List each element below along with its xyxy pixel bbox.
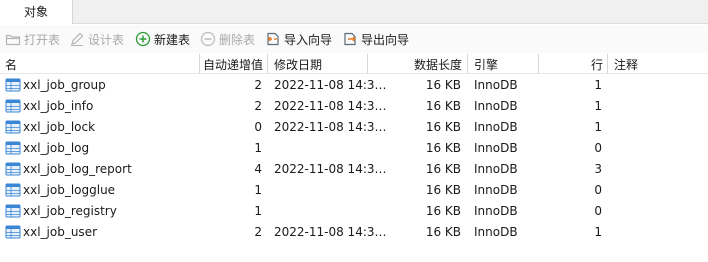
table-icon bbox=[5, 183, 21, 197]
column-header-rows[interactable]: 行 bbox=[591, 56, 603, 73]
table-name: xxl_job_lock bbox=[23, 120, 96, 134]
table-icon bbox=[5, 78, 21, 92]
table-row[interactable]: xxl_job_registry 1 16 KB InnoDB 0 bbox=[0, 201, 708, 222]
engine: InnoDB bbox=[474, 120, 518, 134]
table-row[interactable]: xxl_job_info 2 2022-11-08 14:3… 16 KB In… bbox=[0, 96, 708, 117]
open-table-button[interactable]: 打开表 bbox=[5, 30, 60, 48]
table-row[interactable]: xxl_job_group 2 2022-11-08 14:3… 16 KB I… bbox=[0, 75, 708, 96]
table-name: xxl_job_registry bbox=[23, 204, 117, 218]
table-icon bbox=[5, 162, 21, 176]
row-count: 3 bbox=[594, 162, 602, 176]
data-length: 16 KB bbox=[425, 99, 461, 113]
data-length: 16 KB bbox=[425, 141, 461, 155]
row-count: 1 bbox=[594, 120, 602, 134]
column-divider[interactable] bbox=[199, 54, 200, 74]
import-wizard-label: 导入向导 bbox=[284, 32, 333, 47]
toolbar: 打开表 设计表 新建表 删除表 导入向导 导出向导 bbox=[0, 25, 708, 53]
open-table-label: 打开表 bbox=[24, 32, 61, 47]
table-icon bbox=[5, 99, 21, 113]
auto-increment-value: 1 bbox=[254, 141, 262, 155]
export-icon bbox=[344, 32, 356, 46]
data-length: 16 KB bbox=[425, 162, 461, 176]
column-header-name[interactable]: 名 bbox=[5, 56, 17, 73]
pencil-icon bbox=[71, 32, 84, 46]
engine: InnoDB bbox=[474, 204, 518, 218]
row-count: 1 bbox=[594, 99, 602, 113]
delete-table-label: 删除表 bbox=[219, 32, 256, 47]
table-name: xxl_job_group bbox=[23, 78, 106, 92]
table-name: xxl_job_log_report bbox=[23, 162, 132, 176]
tab-bar: 对象 bbox=[0, 0, 708, 24]
tab-objects-label: 对象 bbox=[24, 5, 49, 19]
table-row[interactable]: xxl_job_lock 0 2022-11-08 14:3… 16 KB In… bbox=[0, 117, 708, 138]
data-length: 16 KB bbox=[425, 78, 461, 92]
tab-objects[interactable]: 对象 bbox=[0, 0, 73, 24]
table-row[interactable]: xxl_job_log_report 4 2022-11-08 14:3… 16… bbox=[0, 159, 708, 180]
delete-table-button[interactable]: 删除表 bbox=[200, 30, 255, 48]
column-divider[interactable] bbox=[538, 54, 539, 74]
column-divider[interactable] bbox=[267, 54, 268, 74]
engine: InnoDB bbox=[474, 141, 518, 155]
design-table-button[interactable]: 设计表 bbox=[69, 30, 124, 48]
table-icon bbox=[5, 204, 21, 218]
data-length: 16 KB bbox=[425, 120, 461, 134]
table-name: xxl_job_log bbox=[23, 141, 90, 155]
table-name: xxl_job_info bbox=[23, 99, 94, 113]
table-row[interactable]: xxl_job_logglue 1 16 KB InnoDB 0 bbox=[0, 180, 708, 201]
new-table-label: 新建表 bbox=[154, 32, 191, 47]
data-length: 16 KB bbox=[425, 225, 461, 239]
auto-increment-value: 0 bbox=[254, 120, 262, 134]
auto-increment-value: 1 bbox=[254, 204, 262, 218]
row-count: 0 bbox=[594, 141, 602, 155]
column-divider[interactable] bbox=[467, 54, 468, 74]
auto-increment-value: 2 bbox=[254, 78, 262, 92]
table-name: xxl_job_user bbox=[23, 225, 98, 239]
auto-increment-value: 4 bbox=[254, 162, 262, 176]
table-icon bbox=[5, 225, 21, 239]
plus-circle-icon bbox=[135, 31, 151, 47]
engine: InnoDB bbox=[474, 183, 518, 197]
new-table-button[interactable]: 新建表 bbox=[135, 30, 190, 48]
auto-increment-value: 1 bbox=[254, 183, 262, 197]
table-icon bbox=[5, 141, 21, 155]
column-divider[interactable] bbox=[607, 54, 608, 74]
table-row[interactable]: xxl_job_user 2 2022-11-08 14:3… 16 KB In… bbox=[0, 222, 708, 243]
engine: InnoDB bbox=[474, 225, 518, 239]
column-header-auto-increment[interactable]: 自动递增值 bbox=[203, 56, 263, 73]
auto-increment-value: 2 bbox=[254, 99, 262, 113]
engine: InnoDB bbox=[474, 162, 518, 176]
table-icon bbox=[5, 120, 21, 134]
column-header-data-length[interactable]: 数据长度 bbox=[414, 56, 462, 73]
column-header-engine[interactable]: 引擎 bbox=[474, 56, 498, 73]
column-divider[interactable] bbox=[367, 54, 368, 74]
table-name: xxl_job_logglue bbox=[23, 183, 116, 197]
row-count: 1 bbox=[594, 225, 602, 239]
minus-circle-icon bbox=[200, 31, 216, 47]
engine: InnoDB bbox=[474, 78, 518, 92]
table-header: 名 自动递增值 修改日期 数据长度 引擎 行 注释 bbox=[0, 54, 708, 74]
engine: InnoDB bbox=[474, 99, 518, 113]
column-header-modified[interactable]: 修改日期 bbox=[274, 56, 322, 73]
export-wizard-button[interactable]: 导出向导 bbox=[342, 30, 409, 48]
import-icon bbox=[267, 32, 279, 46]
row-count: 0 bbox=[594, 183, 602, 197]
import-wizard-button[interactable]: 导入向导 bbox=[265, 30, 332, 48]
auto-increment-value: 2 bbox=[254, 225, 262, 239]
design-table-label: 设计表 bbox=[88, 32, 125, 47]
column-header-comment[interactable]: 注释 bbox=[614, 56, 638, 73]
folder-icon bbox=[5, 34, 21, 46]
export-wizard-label: 导出向导 bbox=[361, 32, 410, 47]
data-length: 16 KB bbox=[425, 183, 461, 197]
table-row[interactable]: xxl_job_log 1 16 KB InnoDB 0 bbox=[0, 138, 708, 159]
row-count: 1 bbox=[594, 78, 602, 92]
data-length: 16 KB bbox=[425, 204, 461, 218]
row-count: 0 bbox=[594, 204, 602, 218]
